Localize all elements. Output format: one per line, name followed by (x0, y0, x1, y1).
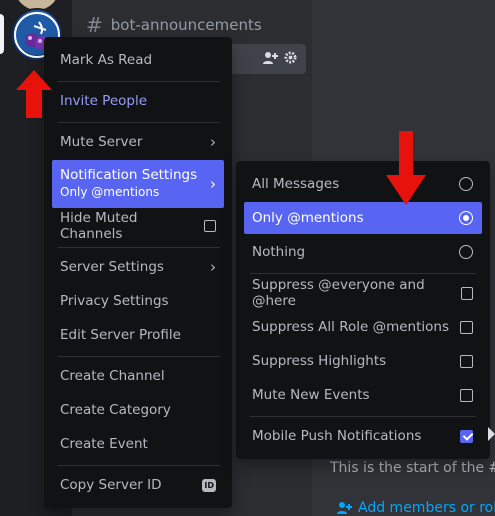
menu-label: Mute Server (60, 134, 143, 150)
checkbox-icon[interactable] (460, 354, 473, 368)
checkbox-icon[interactable] (460, 286, 473, 300)
option-label: Mobile Push Notifications (252, 428, 422, 444)
menu-item-server-settings[interactable]: Server Settings › (52, 251, 224, 283)
radio-selected-icon[interactable] (459, 211, 473, 225)
option-all-messages[interactable]: All Messages (244, 168, 482, 200)
chevron-right-icon (488, 427, 495, 441)
add-members-label: Add members or rol (358, 500, 495, 516)
menu-item-mark-as-read[interactable]: Mark As Read (52, 44, 224, 76)
chevron-right-icon: › (210, 133, 216, 151)
menu-label-group: Notification Settings Only @mentions (60, 167, 197, 201)
menu-divider (58, 465, 220, 466)
hashtag-icon: # (86, 13, 103, 37)
checkbox-checked-icon[interactable] (460, 429, 473, 443)
option-suppress-highlights[interactable]: Suppress Highlights (244, 345, 482, 377)
menu-label: Privacy Settings (60, 293, 169, 309)
menu-label: Create Category (60, 402, 171, 418)
active-server-pill (0, 14, 4, 54)
menu-label: Create Event (60, 436, 148, 452)
channel-item-bot-announcements[interactable]: # bot-announcements (86, 13, 262, 37)
menu-label: Edit Server Profile (60, 327, 181, 343)
menu-label: Mark As Read (60, 52, 153, 68)
option-suppress-everyone[interactable]: Suppress @everyone and @here (244, 277, 482, 309)
menu-divider (58, 122, 220, 123)
menu-divider (58, 247, 220, 248)
menu-item-hide-muted-channels[interactable]: Hide Muted Channels (52, 210, 224, 242)
menu-label: Notification Settings (60, 167, 198, 183)
menu-item-invite-people[interactable]: Invite People (52, 85, 224, 117)
server-context-menu: Mark As Read Invite People Mute Server › … (44, 37, 232, 508)
radio-icon[interactable] (459, 245, 473, 259)
red-arrow-icon (386, 131, 426, 205)
menu-label: Create Channel (60, 368, 165, 384)
menu-item-create-channel[interactable]: Create Channel (52, 360, 224, 392)
red-arrow-icon (16, 70, 52, 118)
radio-icon[interactable] (459, 177, 473, 191)
option-label: Mute New Events (252, 387, 370, 403)
option-suppress-role-mentions[interactable]: Suppress All Role @mentions (244, 311, 482, 343)
user-plus-icon (337, 502, 352, 514)
option-mute-new-events[interactable]: Mute New Events (244, 379, 482, 411)
channel-name: bot-announcements (110, 16, 262, 34)
menu-sublabel: Only @mentions (60, 185, 160, 199)
option-label: Suppress @everyone and @here (252, 277, 425, 309)
option-label: Suppress Highlights (252, 353, 387, 369)
menu-item-create-event[interactable]: Create Event (52, 428, 224, 460)
option-nothing[interactable]: Nothing (244, 236, 482, 268)
menu-divider (58, 356, 220, 357)
channel-actions (262, 51, 297, 65)
checkbox-icon[interactable] (204, 220, 216, 232)
option-label: Nothing (252, 244, 306, 260)
menu-item-create-category[interactable]: Create Category (52, 394, 224, 426)
menu-item-mute-server[interactable]: Mute Server › (52, 126, 224, 158)
id-badge-icon: ID (202, 478, 216, 492)
menu-item-edit-server-profile[interactable]: Edit Server Profile (52, 319, 224, 351)
chevron-right-icon: › (210, 258, 216, 276)
checkbox-icon[interactable] (460, 320, 473, 334)
option-label: Only @mentions (252, 210, 364, 226)
checkbox-icon[interactable] (460, 388, 473, 402)
channel-welcome-text: This is the start of the # (330, 460, 495, 476)
option-label: All Messages (252, 176, 340, 192)
option-label: Suppress All Role @mentions (252, 319, 449, 335)
menu-item-privacy-settings[interactable]: Privacy Settings (52, 285, 224, 317)
add-members-link[interactable]: Add members or rol (336, 500, 495, 516)
menu-item-notification-settings[interactable]: Notification Settings Only @mentions › (52, 160, 224, 208)
option-only-mentions[interactable]: Only @mentions (244, 202, 482, 234)
menu-divider (58, 81, 220, 82)
menu-item-copy-server-id[interactable]: Copy Server ID ID (52, 469, 224, 501)
gear-icon[interactable] (284, 51, 297, 64)
menu-label: Hide Muted Channels (60, 210, 138, 242)
server-icon-above[interactable] (15, 0, 59, 10)
menu-divider (250, 416, 476, 417)
add-member-icon[interactable] (262, 51, 278, 65)
notification-settings-submenu: All Messages Only @mentions Nothing Supp… (236, 161, 490, 459)
menu-divider (250, 273, 476, 274)
menu-label: Invite People (60, 93, 148, 109)
menu-label: Copy Server ID (60, 477, 162, 493)
option-mobile-push[interactable]: Mobile Push Notifications (244, 420, 482, 452)
chevron-right-icon: › (210, 175, 216, 193)
menu-label: Server Settings (60, 259, 164, 275)
